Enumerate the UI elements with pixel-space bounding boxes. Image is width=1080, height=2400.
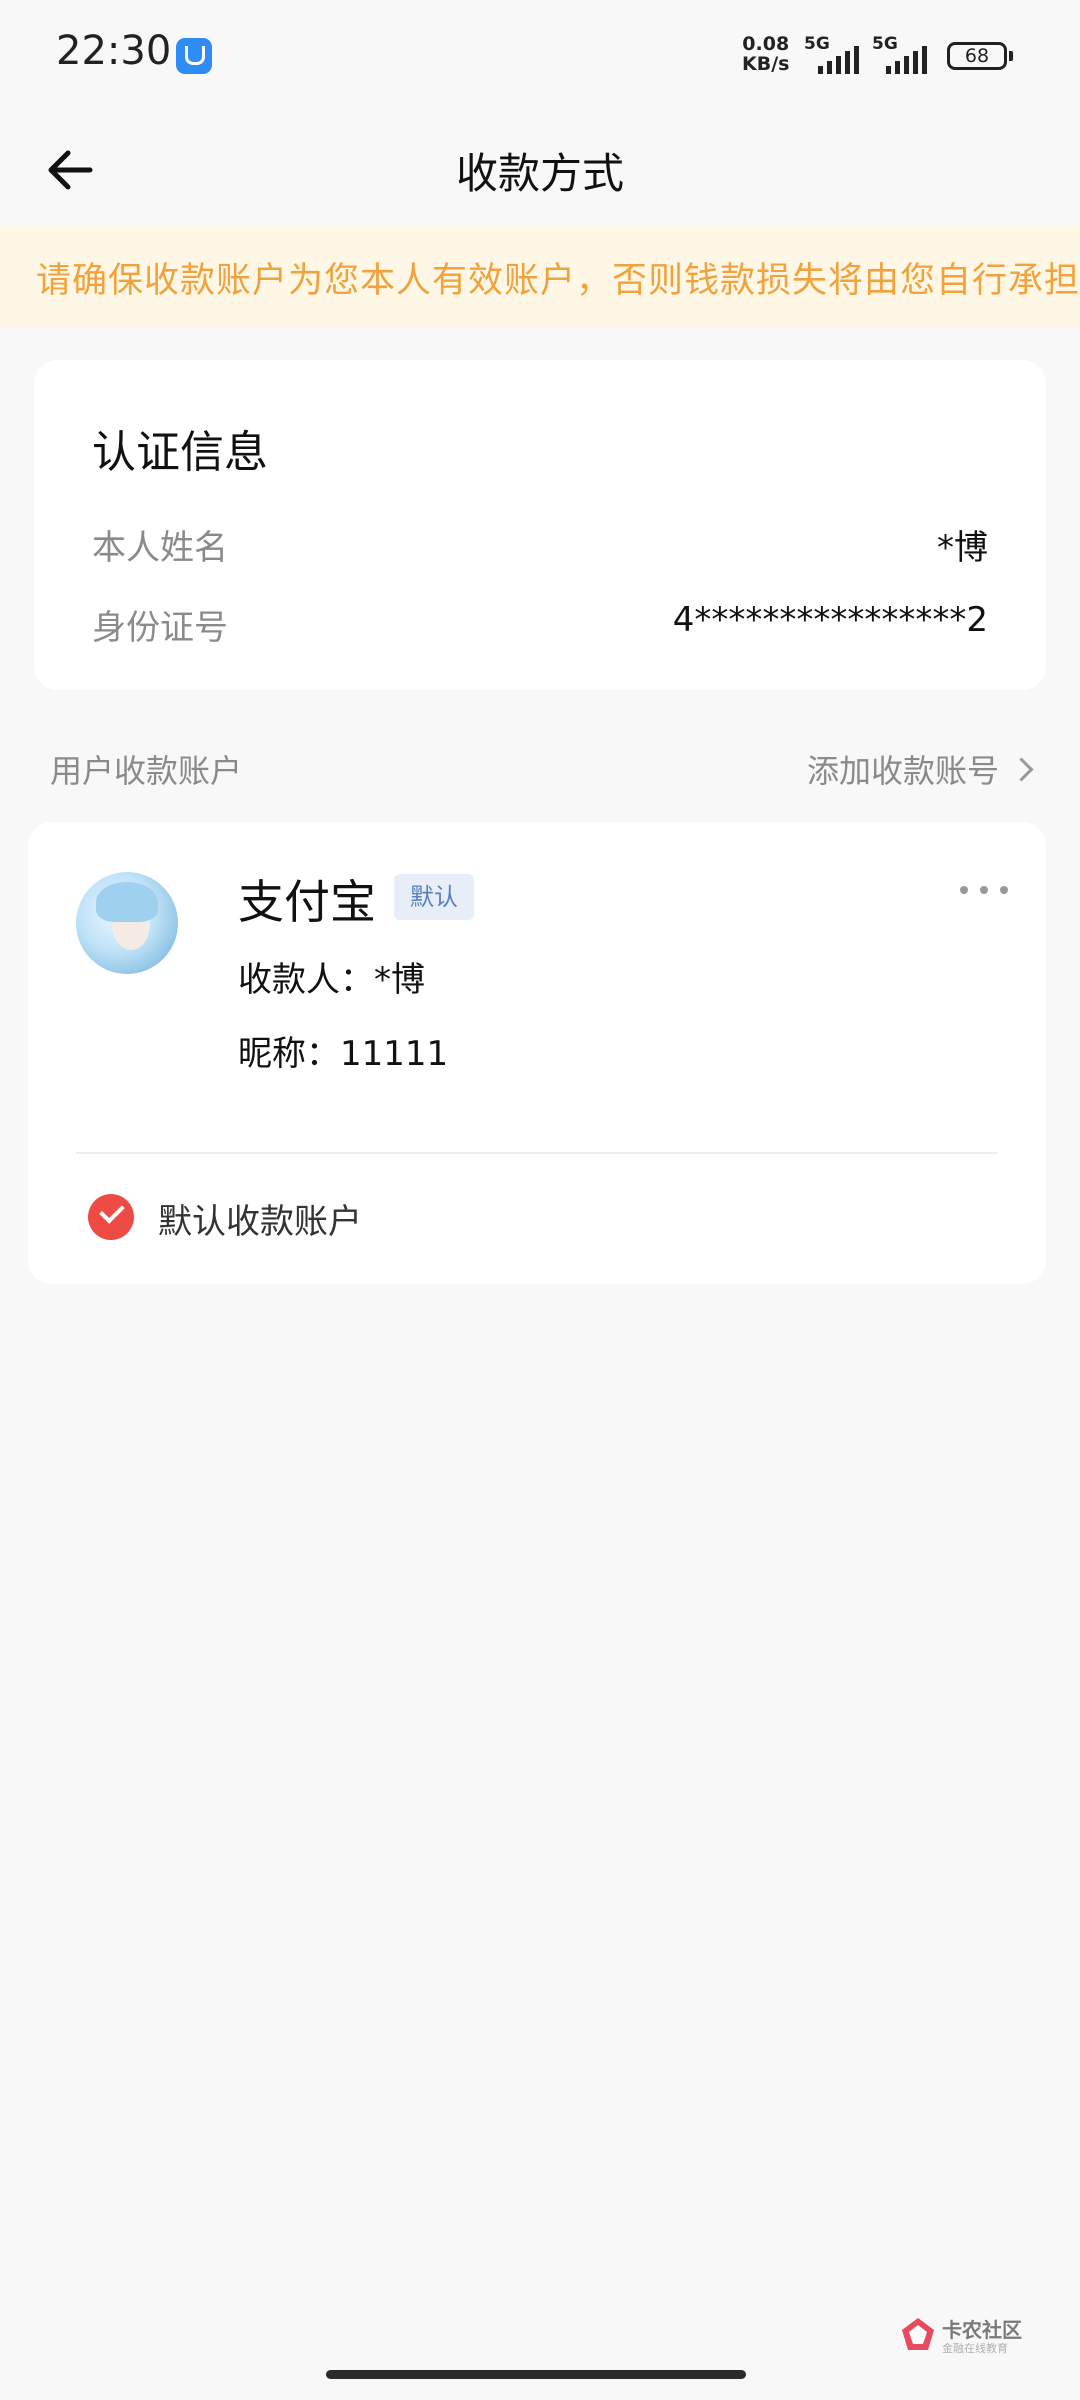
warning-text: 请确保收款账户为您本人有效账户，否则钱款损失将由您自行承担。	[36, 261, 1080, 301]
auth-info-card: 认证信息 本人姓名 *博 身份证号 4****************2	[34, 360, 1046, 690]
network-speed-value: 0.08	[742, 33, 790, 55]
account-nickname: 昵称：11111	[238, 1034, 449, 1074]
id-number-label: 身份证号	[92, 608, 228, 648]
battery-icon: 68	[947, 42, 1013, 70]
add-account-link[interactable]: 添加收款账号	[806, 746, 1034, 792]
default-badge: 默认	[394, 874, 474, 920]
network-speed: 0.08 KB/s	[742, 34, 789, 74]
default-account-label: 默认收款账户	[158, 1202, 362, 1242]
more-options-button[interactable]	[956, 876, 1012, 900]
warning-banner: 请确保收款账户为您本人有效账户，否则钱款损失将由您自行承担。	[0, 226, 1080, 328]
auth-info-title: 认证信息	[92, 427, 268, 478]
avatar	[76, 872, 178, 974]
chevron-right-icon	[1009, 757, 1034, 782]
accounts-section-title: 用户收款账户	[50, 752, 243, 790]
watermark-text: 卡农社区	[942, 2318, 1022, 2342]
notification-app-icon	[176, 38, 212, 74]
real-name-label: 本人姓名	[92, 528, 228, 568]
real-name-value: *博	[937, 528, 988, 568]
nav-header: 收款方式	[0, 116, 1080, 226]
add-account-label: 添加收款账号	[806, 752, 999, 790]
network-speed-unit: KB/s	[742, 53, 790, 75]
watermark-icon	[902, 2318, 934, 2350]
watermark-subtext: 金融在线教育	[942, 2342, 1008, 2355]
default-account-checkbox[interactable]	[88, 1194, 134, 1240]
home-indicator[interactable]	[326, 2370, 746, 2379]
payment-account-card[interactable]: 支付宝 默认 收款人：*博 昵称：11111 默认收款账户	[28, 822, 1046, 1284]
accounts-section-header: 用户收款账户 添加收款账号	[50, 746, 1034, 794]
id-number-value: 4****************2	[672, 600, 988, 640]
status-time: 22:30	[56, 28, 172, 74]
page-title: 收款方式	[455, 149, 624, 198]
signal-sim1-icon: 5G	[804, 34, 874, 74]
divider	[76, 1152, 998, 1154]
account-type-name: 支付宝	[238, 875, 376, 929]
watermark-logo: 卡农社区 金融在线教育	[900, 2312, 1040, 2362]
signal-sim2-icon: 5G	[872, 34, 942, 74]
payee-name: 收款人：*博	[238, 960, 425, 1000]
status-bar: 22:30 0.08 KB/s 5G 5G 68	[0, 0, 1080, 116]
